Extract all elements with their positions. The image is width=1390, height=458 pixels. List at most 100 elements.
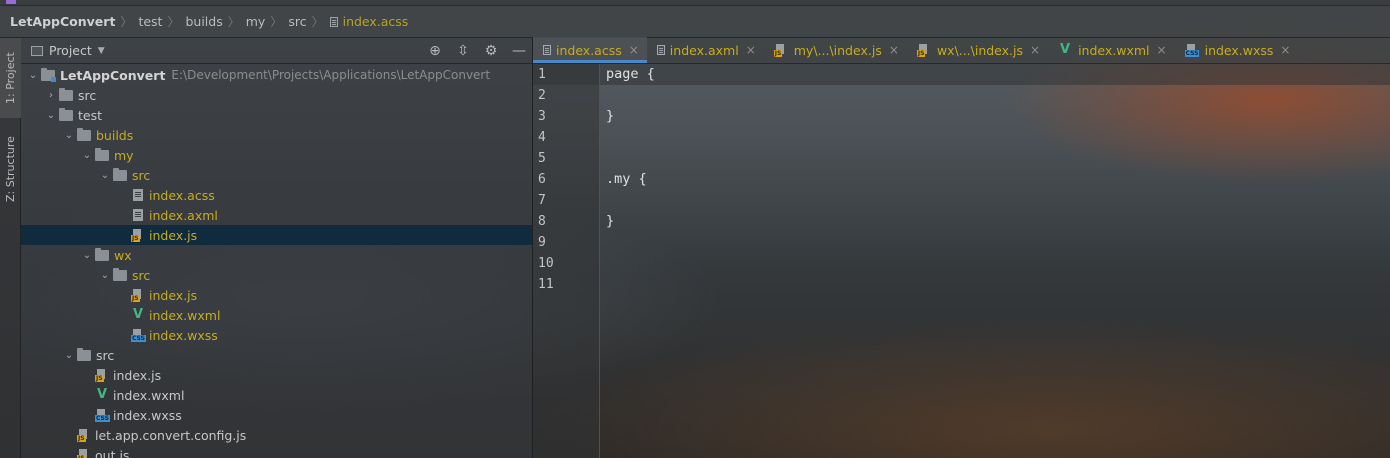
breadcrumb-my[interactable]: my	[246, 14, 266, 29]
tree-row[interactable]: JS let.app.convert.config.js	[21, 425, 532, 445]
locate-icon[interactable]: ⊕	[428, 43, 442, 59]
code-area[interactable]: 1 2 3 4 5 6 7 8 9 10 11 page { } .my { }	[533, 64, 1390, 458]
tree-row[interactable]: ⌄ src	[21, 265, 532, 285]
tree-row[interactable]: JS index.js	[21, 365, 532, 385]
tree-row-label: index.js	[113, 367, 162, 383]
tree-row-label: index.js	[149, 227, 198, 243]
tree-row[interactable]: V index.wxml	[21, 385, 532, 405]
tool-tab-structure[interactable]: Z: Structure	[0, 126, 21, 212]
breadcrumb-file-label: index.acss	[342, 14, 409, 29]
gear-icon[interactable]: ⚙	[484, 43, 498, 59]
chevron-down-icon[interactable]: ⌄	[79, 150, 95, 161]
tab-index-axml[interactable]: index.axml ×	[647, 37, 764, 63]
tree-row[interactable]: ⌄ my	[21, 145, 532, 165]
vue-file-icon: V	[1060, 42, 1071, 57]
tree-row[interactable]: ⌄ builds	[21, 125, 532, 145]
code-line[interactable]	[600, 127, 1390, 148]
code-line[interactable]: }	[600, 106, 1390, 127]
line-number: 9	[538, 235, 546, 250]
tool-tab-project[interactable]: 1: Project	[0, 38, 21, 118]
line-number: 2	[538, 88, 546, 103]
project-panel: Project ▼ ⊕ ⇳ ⚙ — ⌄ LetAppConvert E:\Dev…	[21, 38, 533, 458]
tree-row[interactable]: › src	[21, 85, 532, 105]
code-line[interactable]	[600, 274, 1390, 295]
breadcrumb-project[interactable]: LetAppConvert	[10, 14, 115, 29]
chevron-down-icon[interactable]: ⌄	[61, 350, 77, 361]
tool-window-strip: 1: Project Z: Structure	[0, 38, 21, 458]
line-number: 7	[538, 193, 546, 208]
tab-index-wxml[interactable]: V index.wxml ×	[1048, 37, 1175, 63]
close-icon[interactable]: ×	[1157, 43, 1167, 57]
line-number: 11	[538, 277, 554, 292]
close-icon[interactable]: ×	[746, 43, 756, 57]
code-line[interactable]: .my {	[600, 169, 1390, 190]
text-file-icon	[133, 209, 143, 221]
tree-row[interactable]: index.axml	[21, 205, 532, 225]
project-tree: ⌄ LetAppConvert E:\Development\Projects\…	[21, 64, 532, 458]
tab-index-acss[interactable]: index.acss ×	[533, 37, 647, 63]
chevron-down-icon[interactable]: ⌄	[79, 250, 95, 261]
code-line[interactable]	[600, 232, 1390, 253]
close-icon[interactable]: ×	[1030, 43, 1040, 57]
tree-row[interactable]: index.acss	[21, 185, 532, 205]
chevron-down-icon[interactable]: ⌄	[97, 170, 113, 181]
css-file-icon: CSS	[1184, 44, 1200, 57]
code-line[interactable]	[600, 190, 1390, 211]
folder-icon	[113, 267, 127, 281]
chevron-down-icon[interactable]: ⌄	[25, 70, 41, 81]
breadcrumb-test[interactable]: test	[138, 14, 162, 29]
js-file-icon: JS	[95, 369, 109, 382]
tree-row-label: index.wxml	[149, 307, 221, 323]
code-line[interactable]: }	[600, 211, 1390, 232]
tree-row[interactable]: V index.wxml	[21, 305, 532, 325]
code-line[interactable]	[600, 253, 1390, 274]
tree-row[interactable]: JS index.js	[21, 285, 532, 305]
minimize-icon[interactable]: —	[512, 43, 526, 59]
breadcrumb-builds[interactable]: builds	[185, 14, 222, 29]
tree-row[interactable]: ⌄ src	[21, 345, 532, 365]
tree-row-selected[interactable]: JS index.js	[21, 225, 532, 245]
chevron-down-icon[interactable]: ⌄	[61, 130, 77, 141]
breadcrumb-separator-icon: 〉	[311, 15, 324, 29]
collapse-all-icon[interactable]: ⇳	[456, 43, 470, 59]
breadcrumb-src[interactable]: src	[288, 14, 306, 29]
code-lines[interactable]: page { } .my { }	[600, 64, 1390, 295]
tree-row[interactable]: ⌄ wx	[21, 245, 532, 265]
close-icon[interactable]: ×	[889, 43, 899, 57]
tree-row[interactable]: ⌄ test	[21, 105, 532, 125]
code-line[interactable]: page {	[600, 64, 1390, 85]
tree-row-label: index.wxss	[113, 407, 182, 423]
file-icon	[543, 45, 551, 55]
folder-icon	[59, 87, 73, 101]
code-line[interactable]	[600, 85, 1390, 106]
folder-icon	[113, 167, 127, 181]
tab-label: index.acss	[556, 42, 622, 58]
tab-index-wxss[interactable]: CSS index.wxss ×	[1175, 37, 1299, 63]
tab-label: index.wxss	[1204, 42, 1274, 58]
tree-row-root[interactable]: ⌄ LetAppConvert E:\Development\Projects\…	[21, 65, 532, 85]
line-number: 6	[538, 172, 546, 187]
line-number-gutter: 1 2 3 4 5 6 7 8 9 10 11	[533, 64, 600, 458]
tab-wx-index-js[interactable]: JS wx\...\index.js ×	[907, 37, 1048, 63]
file-icon	[329, 16, 338, 27]
close-icon[interactable]: ×	[629, 43, 639, 57]
chevron-down-icon[interactable]: ⌄	[43, 110, 59, 121]
chevron-right-icon[interactable]: ›	[43, 90, 59, 101]
breadcrumb-file[interactable]: index.acss	[329, 14, 409, 29]
tree-row-label: index.axml	[149, 207, 218, 223]
tab-my-index-js[interactable]: JS my\...\index.js ×	[764, 37, 907, 63]
tool-tab-structure-label: Z: Structure	[4, 136, 17, 202]
chevron-down-icon[interactable]: ⌄	[97, 270, 113, 281]
tree-row[interactable]: CSS index.wxss	[21, 405, 532, 425]
tree-row[interactable]: ⌄ src	[21, 165, 532, 185]
line-number: 4	[538, 130, 546, 145]
tree-row[interactable]: JS out.js	[21, 445, 532, 458]
chevron-down-icon[interactable]: ▼	[98, 46, 105, 56]
tree-row[interactable]: CSS index.wxss	[21, 325, 532, 345]
close-icon[interactable]: ×	[1280, 43, 1290, 57]
code-line[interactable]	[600, 148, 1390, 169]
project-view-selector[interactable]: Project	[49, 43, 92, 58]
tree-row-label: index.acss	[149, 187, 215, 203]
tree-row-label: index.wxss	[149, 327, 218, 343]
text-file-icon	[133, 189, 143, 201]
